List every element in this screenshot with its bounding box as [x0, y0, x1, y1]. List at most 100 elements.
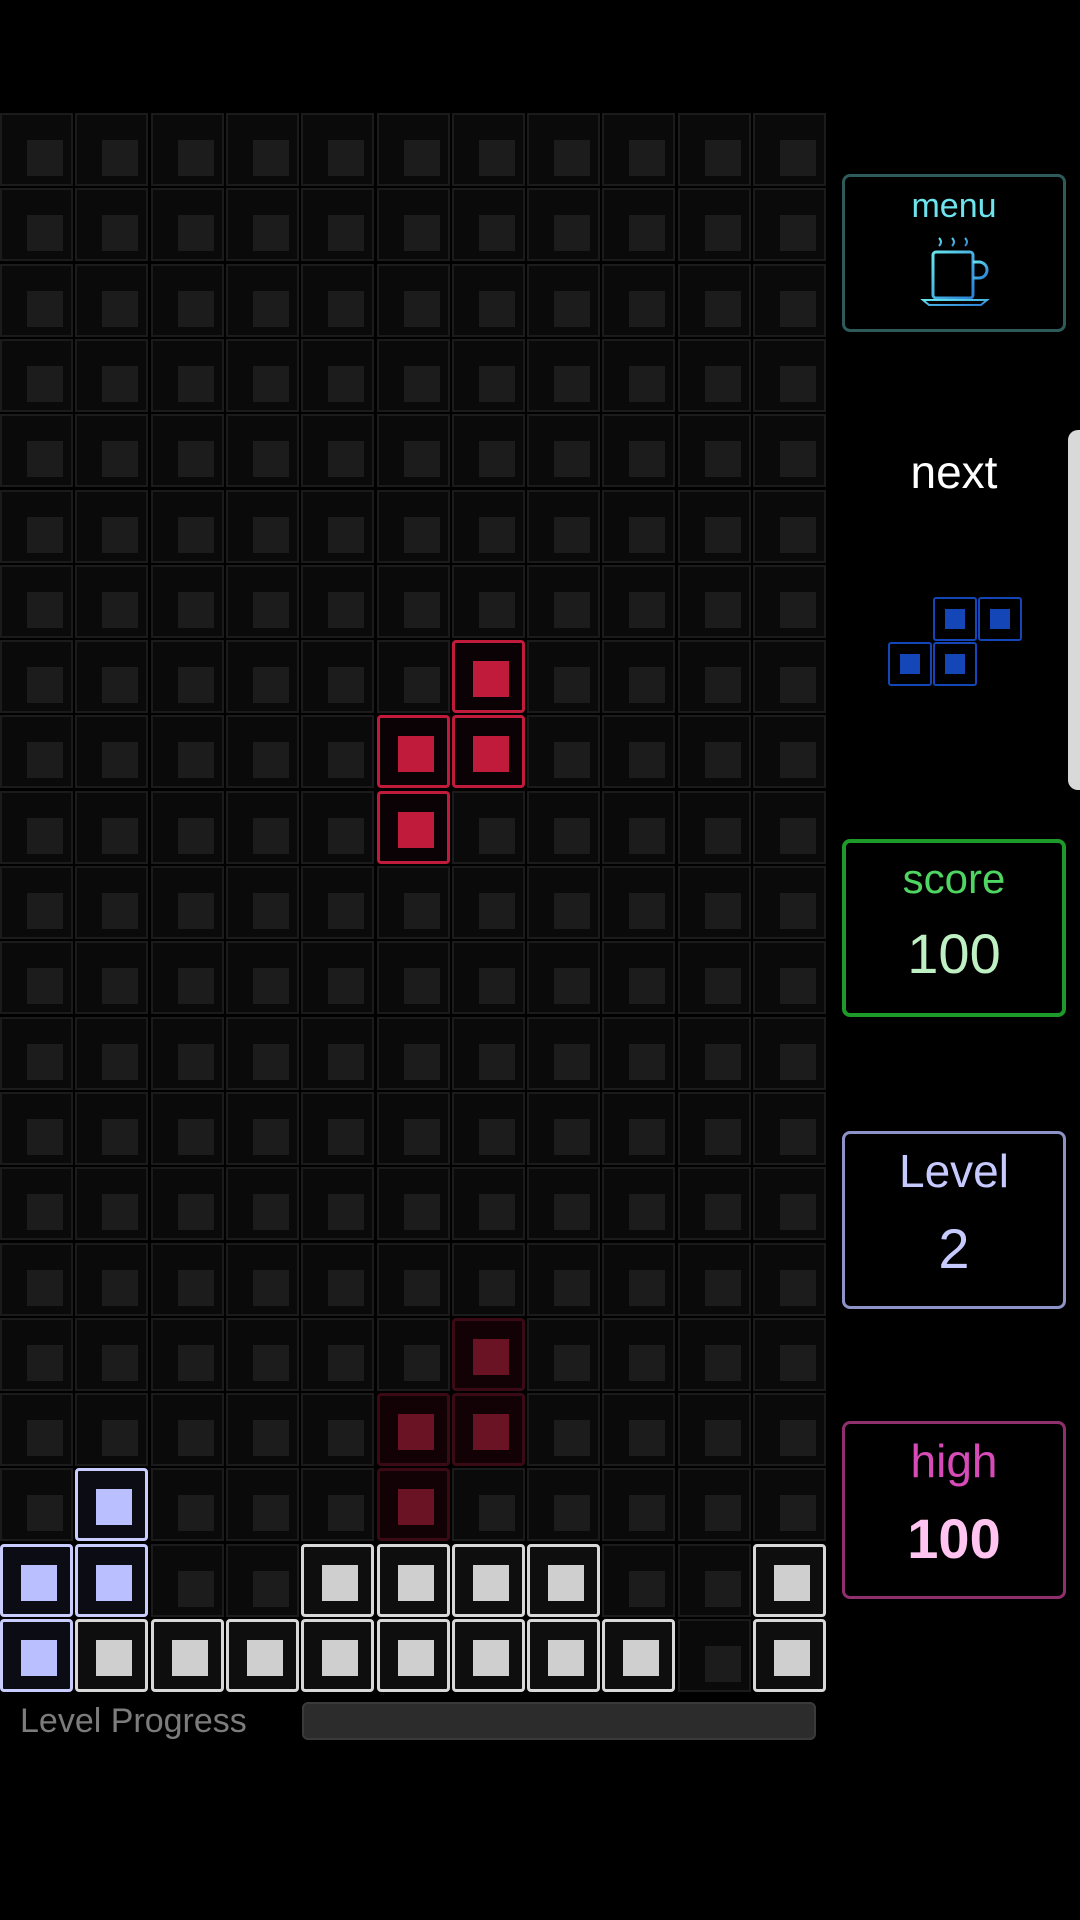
cell-inner — [705, 441, 741, 477]
locked-block-cell — [0, 1544, 73, 1617]
board-cell — [75, 1318, 148, 1391]
cell-inner — [473, 1640, 509, 1676]
cell-inner — [102, 1420, 138, 1456]
board-cell — [151, 188, 224, 261]
board-cell — [151, 113, 224, 186]
board-cell — [301, 1243, 374, 1316]
cell-inner — [404, 1044, 440, 1080]
board-cell — [377, 565, 450, 638]
cell-inner — [328, 517, 364, 553]
board-cell — [301, 339, 374, 412]
board-cell — [377, 941, 450, 1014]
cell-inner — [780, 1194, 816, 1230]
board-cell — [678, 565, 751, 638]
board-cell — [753, 490, 826, 563]
board-cell — [753, 188, 826, 261]
side-scroll-handle[interactable] — [1068, 430, 1080, 790]
cell-inner — [102, 1044, 138, 1080]
board-cell — [527, 791, 600, 864]
cell-inner — [253, 1495, 289, 1531]
cell-inner — [629, 742, 665, 778]
board-cell — [602, 264, 675, 337]
cell-inner — [554, 742, 590, 778]
game-board[interactable] — [0, 113, 828, 1693]
level-progress-label: Level Progress — [20, 1702, 247, 1740]
board-cell — [0, 188, 73, 261]
board-cell — [602, 1167, 675, 1240]
cell-inner — [27, 1270, 63, 1306]
active-piece-cell — [452, 715, 525, 788]
cell-inner — [27, 742, 63, 778]
board-cell — [602, 1017, 675, 1090]
cell-inner — [328, 1044, 364, 1080]
board-cell — [452, 113, 525, 186]
cell-inner — [102, 893, 138, 929]
cell-inner — [705, 1119, 741, 1155]
board-cell — [602, 1318, 675, 1391]
board-cell — [226, 791, 299, 864]
board-cell — [226, 1544, 299, 1617]
cell-inner — [253, 893, 289, 929]
board-cell — [301, 264, 374, 337]
board-cell — [678, 866, 751, 939]
board-cell — [602, 1243, 675, 1316]
cell-inner — [404, 1270, 440, 1306]
board-cell — [0, 565, 73, 638]
locked-block-cell — [452, 1544, 525, 1617]
cell-inner — [328, 1345, 364, 1381]
board-cell — [151, 791, 224, 864]
cell-inner — [178, 441, 214, 477]
cell-inner — [328, 140, 364, 176]
cell-inner — [705, 1495, 741, 1531]
cell-inner — [629, 1194, 665, 1230]
cell-inner — [178, 1270, 214, 1306]
cell-inner — [398, 1565, 434, 1601]
board-cell — [602, 791, 675, 864]
cell-inner — [102, 1270, 138, 1306]
board-cell — [678, 339, 751, 412]
cell-inner — [328, 667, 364, 703]
cell-inner — [178, 215, 214, 251]
board-cell — [0, 1092, 73, 1165]
next-piece-cell-inner — [900, 654, 920, 674]
cell-inner — [705, 366, 741, 402]
next-label: next — [910, 446, 998, 498]
locked-block-cell — [377, 1544, 450, 1617]
cell-inner — [554, 441, 590, 477]
board-cell — [301, 640, 374, 713]
cell-inner — [328, 592, 364, 628]
board-cell — [151, 264, 224, 337]
board-cell — [301, 188, 374, 261]
board-cell — [678, 1017, 751, 1090]
board-cell — [226, 866, 299, 939]
cell-inner — [629, 1270, 665, 1306]
board-cell — [377, 1167, 450, 1240]
cell-inner — [479, 441, 515, 477]
board-cell — [602, 640, 675, 713]
board-cell — [75, 1017, 148, 1090]
board-cell — [602, 188, 675, 261]
cell-inner — [479, 1044, 515, 1080]
menu-button[interactable]: menu — [842, 174, 1066, 332]
board-cell — [527, 1167, 600, 1240]
next-piece-cell — [888, 642, 932, 686]
board-cell — [527, 941, 600, 1014]
locked-block-cell — [75, 1468, 148, 1541]
cell-inner — [253, 1270, 289, 1306]
cell-inner — [21, 1640, 57, 1676]
cell-inner — [705, 291, 741, 327]
cell-inner — [404, 592, 440, 628]
cell-inner — [554, 1119, 590, 1155]
cell-inner — [96, 1565, 132, 1601]
cell-inner — [479, 215, 515, 251]
cell-inner — [27, 1119, 63, 1155]
board-cell — [377, 113, 450, 186]
board-cell — [226, 1393, 299, 1466]
board-cell — [151, 1243, 224, 1316]
cell-inner — [404, 291, 440, 327]
cell-inner — [102, 818, 138, 854]
board-cell — [452, 414, 525, 487]
board-cell — [753, 1243, 826, 1316]
cell-inner — [629, 1345, 665, 1381]
cell-inner — [404, 140, 440, 176]
